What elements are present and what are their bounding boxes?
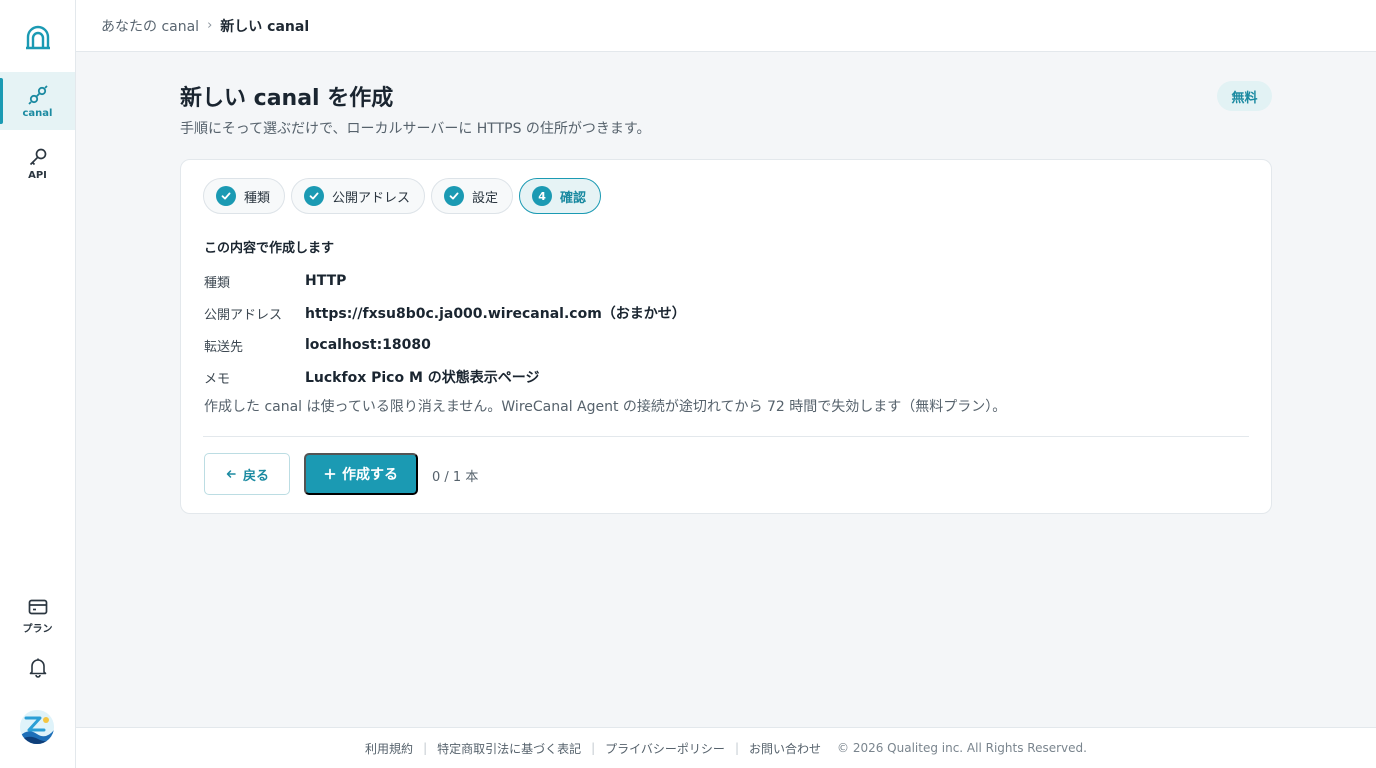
footer-link-privacy[interactable]: プライバシーポリシー [605, 740, 725, 757]
step-settings[interactable]: 設定 [431, 178, 514, 214]
canal-count: 0 / 1 本 [432, 470, 479, 485]
create-canal-card: 種類 公開アドレス 設定 4 確認 この内容で作成します 種類 HTTP 公開ア… [180, 159, 1272, 514]
plan-badge: 無料 [1217, 81, 1272, 111]
step-confirm[interactable]: 4 確認 [519, 178, 602, 214]
back-button-label: 戻る [242, 467, 269, 483]
footer-separator: | [734, 741, 739, 755]
arrow-left-icon [226, 470, 236, 478]
summary-label: 転送先 [204, 339, 244, 355]
check-icon [304, 186, 325, 206]
copyright: © 2026 Qualiteg inc. All Rights Reserved… [837, 741, 1087, 755]
plus-icon [324, 468, 336, 480]
page-title: 新しい canal を作成 [180, 86, 394, 111]
summary-value: localhost:18080 [305, 337, 431, 353]
step-label: 確認 [560, 190, 587, 206]
avatar[interactable] [20, 710, 54, 744]
footer-separator: | [423, 741, 428, 755]
sidebar-item-api[interactable]: API [0, 134, 75, 192]
sidebar-item-label: canal [22, 107, 53, 119]
summary-value: https://fxsu8b0c.ja000.wirecanal.com（おまか… [305, 306, 686, 322]
summary-label: 種類 [204, 275, 231, 291]
summary-label: メモ [204, 371, 231, 387]
summary-row: メモ Luckfox Pico M の状態表示ページ [204, 361, 686, 393]
step-type[interactable]: 種類 [203, 178, 286, 214]
sidebar-item-label: API [28, 169, 47, 181]
footer-link-terms[interactable]: 利用規約 [365, 740, 413, 757]
step-public-address[interactable]: 公開アドレス [291, 178, 426, 214]
step-label: 設定 [472, 190, 499, 206]
footer-link-commerce-law[interactable]: 特定商取引法に基づく表記 [437, 740, 581, 757]
breadcrumb-parent-link[interactable]: あなたの canal [101, 16, 199, 36]
step-number: 4 [532, 186, 553, 206]
back-button[interactable]: 戻る [204, 453, 290, 495]
step-label: 種類 [244, 190, 271, 206]
key-icon [29, 148, 46, 165]
summary-value: HTTP [305, 273, 347, 289]
avatar-image-icon [20, 710, 54, 744]
sidebar-item-plan[interactable]: プラン [0, 586, 75, 644]
check-icon [444, 186, 465, 206]
summary-row: 公開アドレス https://fxsu8b0c.ja000.wirecanal.… [204, 297, 686, 329]
create-button[interactable]: 作成する [304, 453, 418, 495]
create-button-label: 作成する [342, 466, 398, 482]
footer: 利用規約 | 特定商取引法に基づく表記 | プライバシーポリシー | お問い合わ… [76, 727, 1376, 768]
step-label: 公開アドレス [332, 190, 411, 206]
footer-separator: | [591, 741, 596, 755]
summary-list: 種類 HTTP 公開アドレス https://fxsu8b0c.ja000.wi… [204, 265, 686, 393]
footer-link-contact[interactable]: お問い合わせ [749, 740, 821, 757]
breadcrumb-current: 新しい canal [220, 18, 310, 35]
sidebar: canal API プラン [0, 0, 76, 768]
bell-icon[interactable] [27, 656, 49, 678]
confirm-heading: この内容で作成します [204, 241, 335, 256]
link-icon [27, 84, 48, 105]
summary-value: Luckfox Pico M の状態表示ページ [305, 370, 540, 386]
divider [203, 436, 1249, 437]
breadcrumb: あなたの canal › 新しい canal [76, 0, 1376, 52]
credit-card-icon [28, 599, 47, 614]
check-icon [216, 186, 236, 206]
sidebar-item-label: プラン [22, 623, 53, 635]
summary-row: 転送先 localhost:18080 [204, 329, 686, 361]
chevron-right-icon: › [207, 18, 213, 33]
stepper: 種類 公開アドレス 設定 4 確認 [203, 178, 602, 214]
summary-label: 公開アドレス [204, 307, 283, 323]
sidebar-item-canal[interactable]: canal [0, 72, 75, 130]
expiry-note: 作成した canal は使っている限り消えません。WireCanal Agent… [204, 399, 1007, 415]
page-subtitle: 手順にそって選ぶだけで、ローカルサーバーに HTTPS の住所がつきます。 [180, 121, 651, 137]
summary-row: 種類 HTTP [204, 265, 686, 297]
logo-icon[interactable] [24, 24, 52, 52]
